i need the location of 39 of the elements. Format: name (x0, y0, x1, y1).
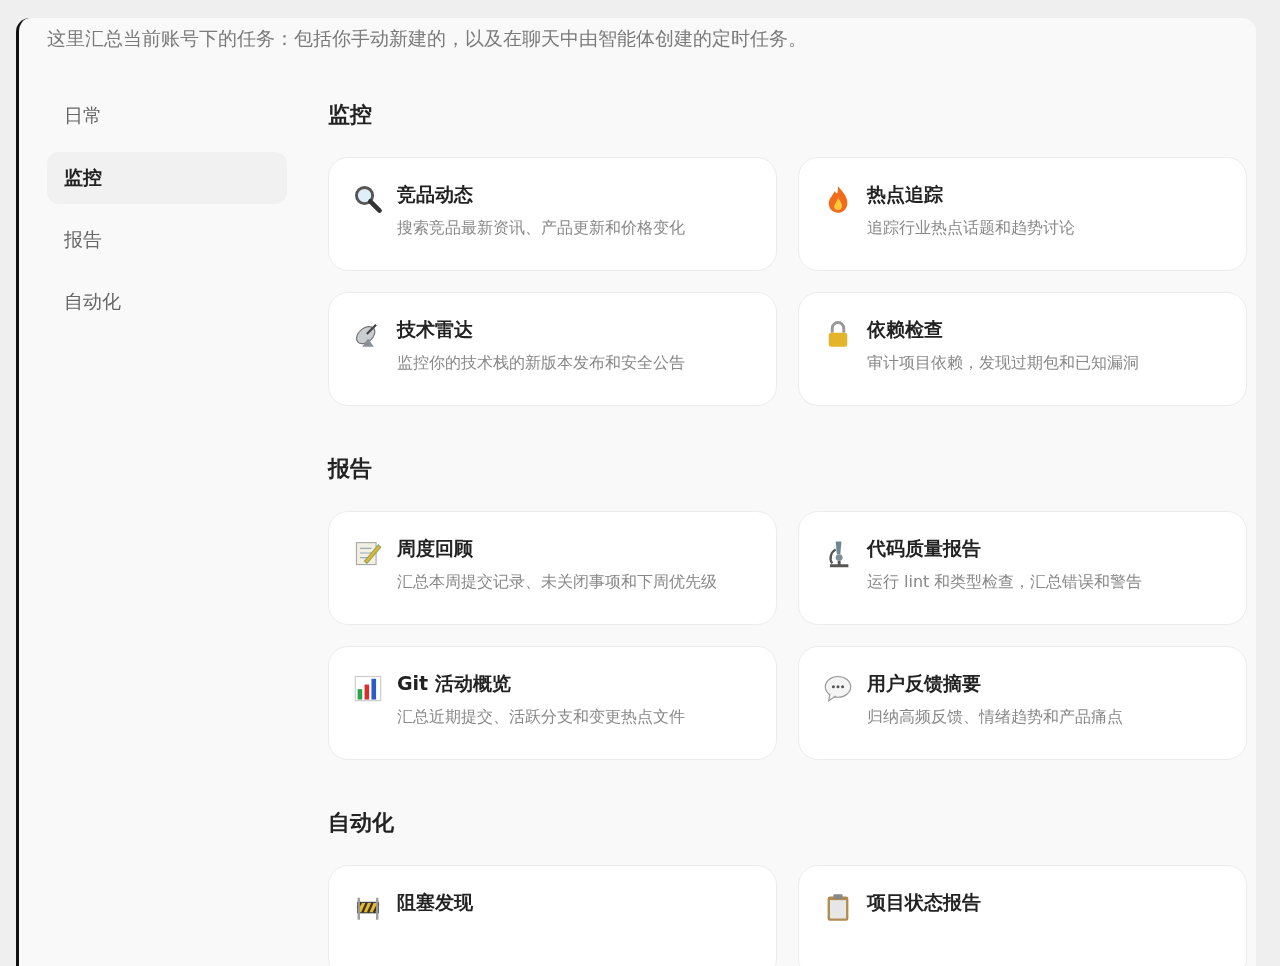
intro-text: 这里汇总当前账号下的任务：包括你手动新建的，以及在聊天中由智能体创建的定时任务。 (47, 26, 808, 51)
task-title: 周度回顾 (397, 536, 474, 561)
task-card[interactable]: 技术雷达 监控你的技术栈的新版本发布和安全公告 (328, 292, 777, 406)
task-title: 热点追踪 (867, 182, 944, 207)
section-heading: 自动化 (328, 809, 395, 837)
task-title: 代码质量报告 (867, 536, 982, 561)
sidebar-item[interactable]: 自动化 (47, 276, 287, 328)
task-description: 运行 lint 和类型检查，汇总错误和警告 (867, 571, 1143, 593)
task-card[interactable]: 竞品动态 搜索竞品最新资讯、产品更新和价格变化 (328, 157, 777, 271)
speech-bubble-icon (823, 673, 853, 703)
task-title: 项目状态报告 (867, 890, 981, 915)
task-description: 汇总近期提交、活跃分支和变更热点文件 (397, 706, 685, 728)
sidebar-item[interactable]: 监控 (47, 152, 287, 204)
sidebar-item[interactable]: 报告 (47, 214, 287, 266)
task-title: 技术雷达 (397, 317, 474, 342)
task-description: 归纳高频反馈、情绪趋势和产品痛点 (867, 706, 1123, 728)
task-card[interactable]: 周度回顾 汇总本周提交记录、未关闭事项和下周优先级 (328, 511, 777, 625)
task-description: 搜索竞品最新资讯、产品更新和价格变化 (397, 217, 685, 239)
task-card[interactable]: 依赖检查 审计项目依赖，发现过期包和已知漏洞 (798, 292, 1247, 406)
task-title: 阻塞发现 (397, 890, 473, 915)
task-description: 汇总本周提交记录、未关闭事项和下周优先级 (397, 571, 717, 593)
task-title: 依赖检查 (867, 317, 944, 342)
task-title: 用户反馈摘要 (867, 671, 982, 696)
task-description: 审计项目依赖，发现过期包和已知漏洞 (867, 352, 1139, 374)
magnifier-icon (353, 184, 383, 214)
section-heading: 监控 (328, 101, 373, 129)
task-title: Git 活动概览 (397, 671, 512, 696)
task-description: 追踪行业热点话题和趋势讨论 (867, 217, 1075, 239)
task-description: 监控你的技术栈的新版本发布和安全公告 (397, 352, 685, 374)
task-card[interactable]: 项目状态报告 (798, 865, 1247, 966)
task-card[interactable]: Git 活动概览 汇总近期提交、活跃分支和变更热点文件 (328, 646, 777, 760)
task-card[interactable]: 代码质量报告 运行 lint 和类型检查，汇总错误和警告 (798, 511, 1247, 625)
task-card[interactable]: 用户反馈摘要 归纳高频反馈、情绪趋势和产品痛点 (798, 646, 1247, 760)
task-title: 竞品动态 (397, 182, 474, 207)
task-card[interactable]: 热点追踪 追踪行业热点话题和趋势讨论 (798, 157, 1247, 271)
bar-chart-icon (353, 673, 383, 703)
sidebar-item[interactable]: 日常 (47, 90, 287, 142)
section-heading: 报告 (328, 455, 373, 483)
task-card[interactable]: 阻塞发现 (328, 865, 777, 966)
